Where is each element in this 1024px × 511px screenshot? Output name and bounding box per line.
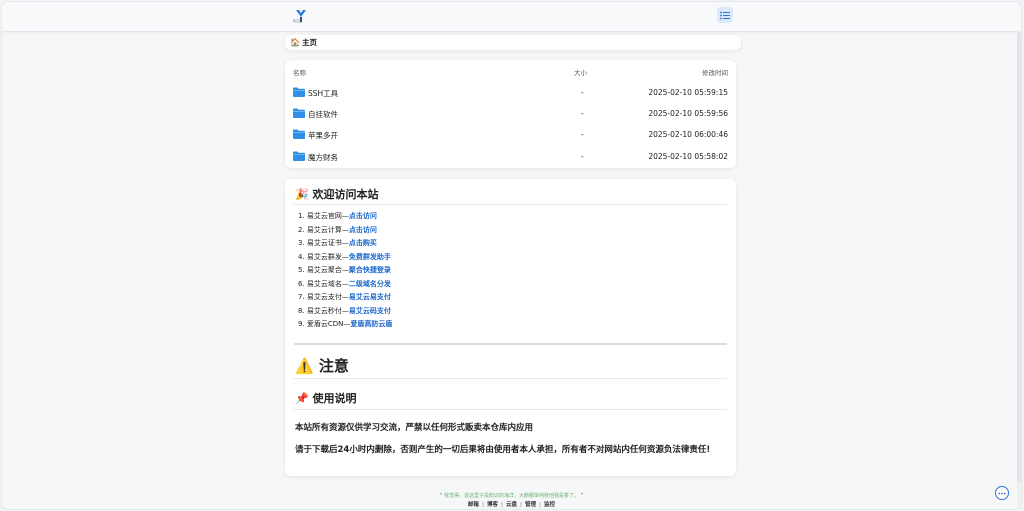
breadcrumb-home-link[interactable]: 主页: [302, 37, 317, 48]
file-name[interactable]: 苹果多开: [308, 130, 338, 141]
footer-link-email[interactable]: 邮箱: [468, 502, 479, 508]
footer-link-admin[interactable]: 管理: [525, 502, 536, 508]
divider: [294, 409, 727, 410]
list-item-label: 5. 易艾云聚合—: [298, 266, 349, 274]
file-list: 名称 大小 修改时间 SSH工具 - 2025-02-10 05:59:15 自…: [285, 60, 736, 168]
menu-toggle-button[interactable]: [717, 7, 733, 23]
disclaimer-text: 请于下载后24小时内删除，否则产生的一切后果将由使用者本人承担，所有者不对网站内…: [295, 445, 711, 455]
list-item-label: 9. 爱盾云CDN—: [298, 320, 351, 328]
footer-link-drive[interactable]: 云盘: [506, 502, 517, 508]
folder-icon: [293, 87, 305, 97]
file-row[interactable]: 魔方财务 - 2025-02-10 05:58:02: [285, 149, 736, 165]
service-link[interactable]: 易艾云易支付: [349, 293, 391, 301]
service-link[interactable]: 聚合快捷登录: [349, 266, 391, 274]
divider: [294, 204, 727, 205]
app-window: 有艾云 🏠 主页 名称 大小 修改时间 SSH工具 - 2025-02-10 0…: [2, 2, 1021, 509]
list-item: 9. 爱盾云CDN—爱盾高防云盾: [298, 319, 392, 333]
more-options-button[interactable]: [995, 486, 1009, 500]
file-list-header: 名称 大小 修改时间: [285, 67, 736, 77]
list-item-label: 6. 易艾云域名—: [298, 279, 349, 288]
service-link[interactable]: 二级域名分发: [349, 280, 391, 288]
list-item: 6. 易艾云域名—二级域名分发: [298, 279, 392, 293]
separator: |: [539, 502, 542, 508]
home-icon[interactable]: 🏠: [290, 38, 300, 47]
logo-text: 有艾云: [293, 19, 303, 23]
scrollbar-thumb[interactable]: [1017, 32, 1021, 482]
service-link[interactable]: 点击购买: [349, 239, 377, 247]
usage-heading: 📌 使用说明: [295, 392, 357, 405]
notice-heading: ⚠️ 注意: [295, 357, 349, 375]
column-size-header[interactable]: 大小: [570, 67, 587, 77]
disclaimer-text: 本站所有资源仅供学习交流，严禁以任何形式贩卖本仓库内应用: [295, 423, 534, 433]
list-item: 7. 易艾云支付—易艾云易支付: [298, 292, 392, 306]
service-link[interactable]: 点击访问: [349, 226, 377, 234]
service-link[interactable]: 免费群发助手: [349, 253, 391, 261]
file-row[interactable]: 自挂软件 - 2025-02-10 05:59:56: [285, 106, 736, 122]
footer-link-monitor[interactable]: 监控: [544, 502, 555, 508]
footer-links: 邮箱 | 博客 | 云盘 | 管理 | 监控: [2, 500, 1021, 508]
divider: [294, 378, 727, 379]
separator: |: [500, 502, 503, 508]
quote-text: 我觉得，说这里子是知识的海洋，大鹏都单纯我他我是香了。: [443, 493, 579, 499]
file-modified: 2025-02-10 05:58:02: [648, 152, 728, 161]
list-item: 2. 易艾云计算—点击访问: [298, 225, 392, 239]
list-item: 4. 易艾云群发—免费群发助手: [298, 252, 392, 266]
list-item-label: 4. 易艾云群发—: [298, 252, 349, 261]
top-navbar: 有艾云: [2, 2, 1021, 32]
folder-icon: [293, 108, 305, 118]
divider: [294, 343, 727, 345]
readme-card: 🎉 欢迎访问本站 1. 易艾云官网—点击访问 2. 易艾云计算—点击访问 3. …: [285, 179, 736, 476]
list-item: 1. 易艾云官网—点击访问: [298, 211, 392, 225]
file-size: -: [581, 109, 584, 118]
list-item: 5. 易艾云聚合—聚合快捷登录: [298, 265, 392, 279]
list-item-label: 8. 易艾云秒付—: [298, 306, 349, 315]
file-size: -: [581, 152, 584, 161]
service-link[interactable]: 点击访问: [349, 212, 377, 220]
file-row[interactable]: SSH工具 - 2025-02-10 05:59:15: [285, 85, 736, 101]
file-row[interactable]: 苹果多开 - 2025-02-10 06:00:46: [285, 127, 736, 143]
footer-link-blog[interactable]: 博客: [487, 502, 498, 508]
welcome-heading: 🎉 欢迎访问本站: [295, 188, 379, 201]
quote-mark: ”: [580, 493, 584, 499]
list-item-label: 7. 易艾云支付—: [298, 293, 349, 301]
list-item: 8. 易艾云秒付—易艾云码支付: [298, 306, 392, 320]
separator: |: [520, 502, 523, 508]
list-item-label: 3. 易艾云证书—: [298, 239, 349, 247]
quote-mark: “: [439, 493, 443, 499]
file-modified: 2025-02-10 05:59:56: [648, 109, 728, 118]
column-modified-header[interactable]: 修改时间: [702, 67, 728, 77]
service-link-list: 1. 易艾云官网—点击访问 2. 易艾云计算—点击访问 3. 易艾云证书—点击购…: [298, 211, 392, 333]
file-size: -: [581, 88, 584, 97]
breadcrumb: 🏠 主页: [285, 35, 741, 50]
folder-icon: [293, 151, 305, 161]
file-modified: 2025-02-10 05:59:15: [648, 88, 728, 97]
file-name[interactable]: SSH工具: [308, 88, 338, 99]
service-link[interactable]: 易艾云码支付: [349, 307, 391, 315]
folder-icon: [293, 129, 305, 139]
ellipsis-icon: [998, 492, 1006, 494]
file-size: -: [581, 130, 584, 139]
list-item-label: 2. 易艾云计算—: [298, 225, 349, 234]
column-name-header[interactable]: 名称: [293, 67, 306, 77]
separator: |: [481, 502, 484, 508]
file-modified: 2025-02-10 06:00:46: [648, 130, 728, 139]
list-item: 3. 易艾云证书—点击购买: [298, 238, 392, 252]
list-icon: [720, 11, 730, 19]
service-link[interactable]: 爱盾高防云盾: [350, 320, 392, 328]
footer-quote: “ 我觉得，说这里子是知识的海洋，大鹏都单纯我他我是香了。 ”: [2, 492, 1021, 499]
file-name[interactable]: 自挂软件: [308, 109, 338, 120]
file-name[interactable]: 魔方财务: [308, 152, 338, 163]
list-item-label: 1. 易艾云官网—: [298, 212, 349, 220]
